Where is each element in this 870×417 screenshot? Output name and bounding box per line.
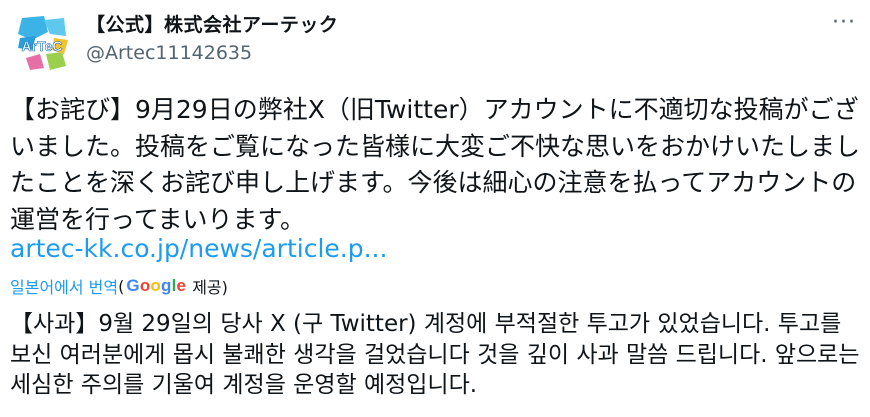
translation-attribution: 일본어에서 번역 ( Google 제공) [10, 274, 228, 298]
google-logo: Google [126, 276, 186, 296]
translated-text: 【사과】9월 29일의 당사 X (구 Twitter) 계정에 부적절한 투고… [10, 311, 860, 398]
handle[interactable]: @Artec11142635 [86, 42, 252, 64]
open-paren: ( [118, 276, 125, 296]
google-letter: G [126, 276, 140, 295]
article-link[interactable]: artec-kk.co.jp/news/article.p... [10, 234, 387, 263]
google-letter: o [150, 276, 162, 295]
tweet: ArTeC 【公式】株式会社アーテック @Artec11142635 ··· 【… [0, 0, 870, 417]
artec-logo-icon: ArTeC [18, 16, 68, 70]
post-text: 【お詫び】9月29日の弊社X（旧Twitter）アカウントに不適切な投稿がござい… [10, 95, 861, 234]
display-name[interactable]: 【公式】株式会社アーテック [86, 10, 338, 37]
google-letter: o [139, 276, 151, 295]
avatar-text: ArTeC [22, 38, 63, 54]
more-options-icon[interactable]: ··· [832, 10, 856, 35]
google-letter: e [176, 276, 187, 295]
translated-from-label[interactable]: 일본어에서 번역 [10, 274, 118, 298]
google-letter: g [161, 276, 172, 295]
provided-label: 제공) [192, 278, 228, 297]
avatar[interactable]: ArTeC [14, 14, 70, 70]
